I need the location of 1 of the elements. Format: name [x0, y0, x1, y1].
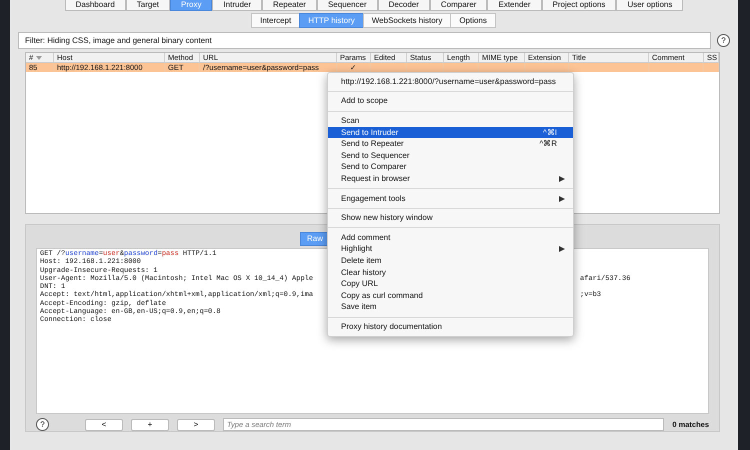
menu-url: http://192.168.1.221:8000/?username=user&password=pass: [340, 76, 557, 88]
